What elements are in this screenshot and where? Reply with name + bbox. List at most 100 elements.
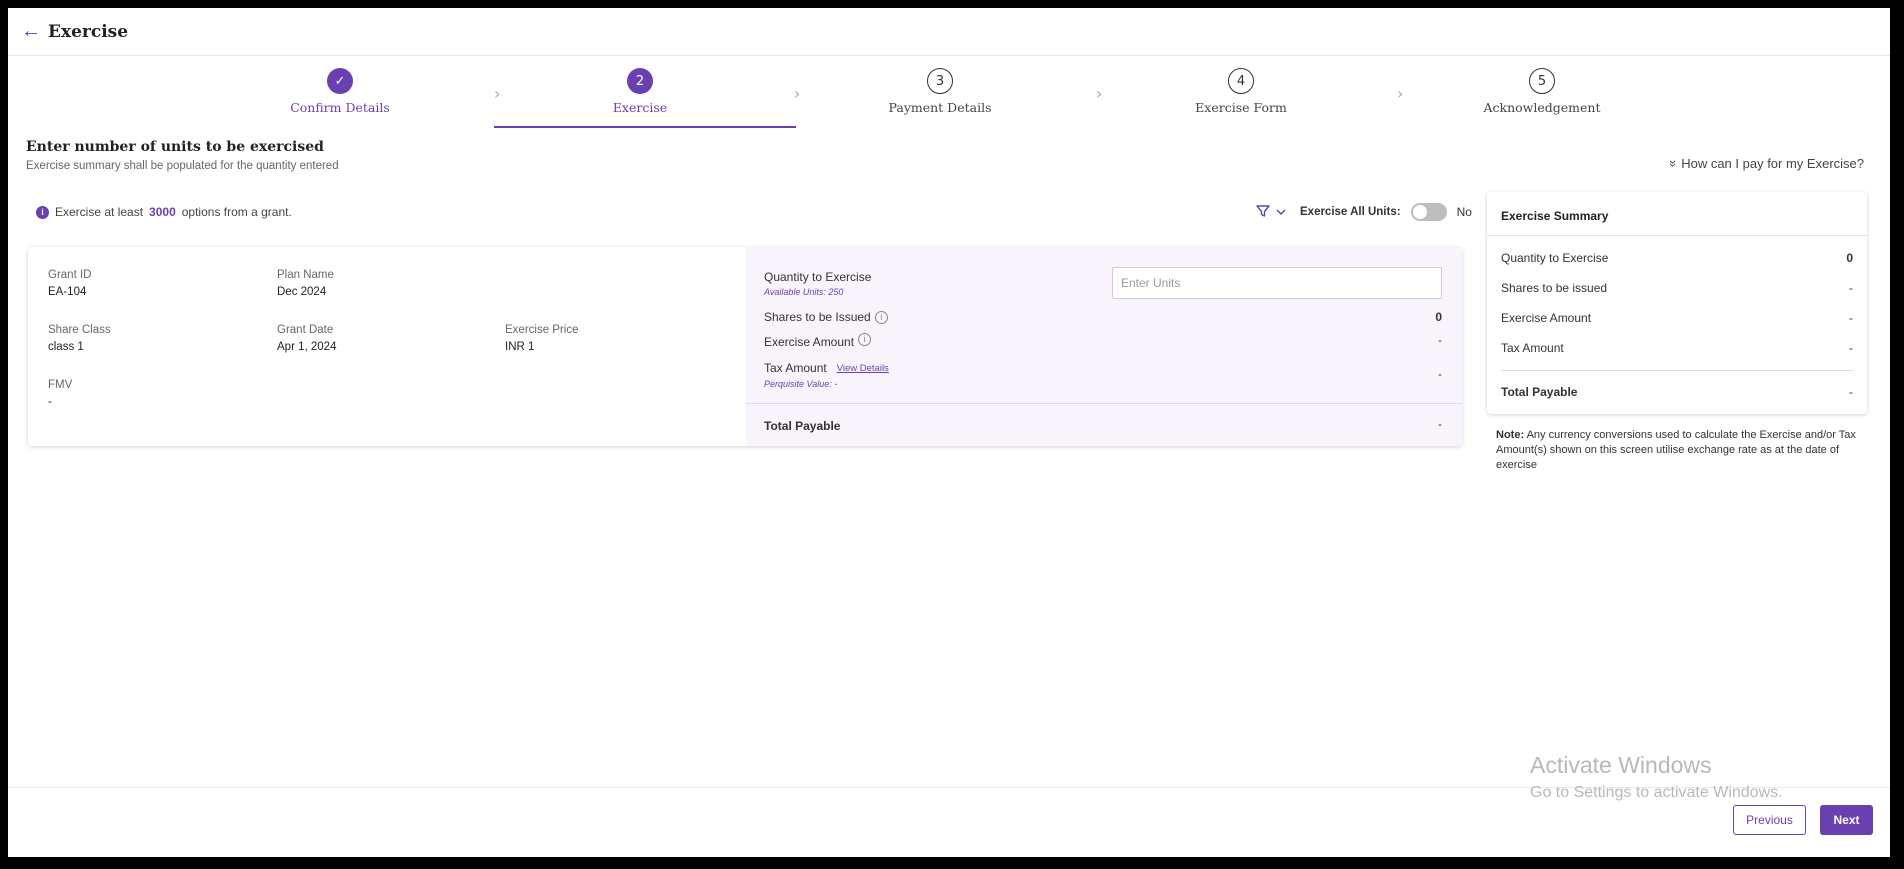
- info-suffix: options from a grant.: [181, 205, 292, 219]
- check-icon: ✓: [327, 68, 353, 94]
- how-to-pay-link[interactable]: » How can I pay for my Exercise?: [1666, 156, 1864, 171]
- step-number: 5: [1529, 68, 1555, 94]
- windows-watermark-subtitle: Go to Settings to activate Windows.: [1530, 784, 1783, 801]
- shares-value: 0: [1435, 310, 1442, 324]
- summary-row-label: Tax Amount: [1501, 341, 1564, 355]
- step-label: Exercise Form: [1195, 100, 1287, 115]
- chevron-right-icon: ›: [494, 84, 501, 103]
- summary-row-label: Quantity to Exercise: [1501, 251, 1609, 265]
- tax-amount-label: Tax Amount: [764, 361, 827, 375]
- chevron-down-icon[interactable]: [1276, 205, 1286, 219]
- currency-note: Note: Any currency conversions used to c…: [1496, 428, 1866, 473]
- exercise-all-units-value: No: [1456, 205, 1472, 219]
- step-label: Payment Details: [888, 100, 992, 115]
- exercise-price-value: INR 1: [505, 341, 535, 353]
- total-payable-value: -: [1438, 417, 1442, 431]
- step-payment-details[interactable]: 3 Payment Details: [790, 64, 1090, 128]
- stepper: ✓ Confirm Details 2 Exercise 3 Payment D…: [0, 64, 1904, 130]
- grant-card: Grant ID EA-104 Plan Name Dec 2024 Share…: [28, 247, 1462, 446]
- grant-date-field: Grant Date Apr 1, 2024: [277, 324, 336, 353]
- exercise-controls: Exercise All Units: No: [1256, 203, 1472, 221]
- filter-icon[interactable]: [1256, 204, 1270, 221]
- minimum-exercise-info: i Exercise at least 3000 options from a …: [36, 205, 292, 219]
- available-units: Available Units: 250: [764, 287, 844, 297]
- step-exercise[interactable]: 2 Exercise: [490, 64, 790, 128]
- info-outline-icon[interactable]: i: [874, 310, 888, 324]
- step-number: 4: [1228, 68, 1254, 94]
- grant-date-value: Apr 1, 2024: [277, 341, 337, 353]
- info-icon: i: [36, 205, 49, 219]
- divider: [1487, 235, 1867, 236]
- fmv-field: FMV -: [48, 379, 72, 408]
- exercise-price-label: Exercise Price: [505, 324, 579, 336]
- how-to-pay-label: How can I pay for my Exercise?: [1681, 156, 1864, 171]
- info-outline-icon[interactable]: i: [858, 332, 872, 346]
- grant-id-label: Grant ID: [48, 269, 92, 281]
- exercise-all-units-toggle[interactable]: [1410, 203, 1447, 221]
- exercise-summary-card: Exercise Summary Quantity to Exercise 0 …: [1487, 192, 1867, 414]
- step-confirm-details[interactable]: ✓ Confirm Details: [190, 64, 490, 128]
- summary-total-value: -: [1849, 385, 1853, 399]
- page-title: Exercise: [48, 21, 129, 42]
- step-exercise-form[interactable]: 4 Exercise Form: [1091, 64, 1391, 128]
- plan-name-value: Dec 2024: [277, 286, 327, 298]
- min-options-value: 3000: [149, 205, 176, 219]
- exercise-amount-value: -: [1438, 333, 1442, 347]
- exercise-price-field: Exercise Price INR 1: [505, 324, 579, 353]
- view-details-link[interactable]: View Details: [837, 363, 889, 374]
- summary-row-label: Shares to be issued: [1501, 281, 1608, 295]
- units-input[interactable]: [1112, 267, 1442, 299]
- note-text: Any currency conversions used to calcula…: [1496, 429, 1856, 471]
- step-label: Exercise: [612, 100, 668, 115]
- chevron-right-icon: ›: [794, 84, 801, 103]
- section-subtitle: Exercise summary shall be populated for …: [26, 160, 339, 172]
- exercise-all-units-label: Exercise All Units:: [1300, 206, 1401, 218]
- step-number: 3: [927, 68, 953, 94]
- step-acknowledgement[interactable]: 5 Acknowledgement: [1392, 64, 1692, 128]
- summary-row-value: -: [1849, 281, 1853, 295]
- share-class-field: Share Class class 1: [48, 324, 111, 353]
- divider: [746, 403, 1462, 404]
- summary-total-label: Total Payable: [1501, 385, 1578, 399]
- summary-row-value: -: [1849, 311, 1853, 325]
- grant-id-field: Grant ID EA-104: [48, 269, 91, 298]
- tax-amount-row: Tax Amount View Details: [764, 361, 889, 375]
- windows-watermark-title: Activate Windows: [1530, 752, 1712, 778]
- next-button[interactable]: Next: [1820, 805, 1873, 835]
- double-chevron-down-icon: »: [1666, 159, 1682, 168]
- perquisite-value: Perquisite Value: -: [764, 379, 838, 389]
- arrow-left-icon[interactable]: ←: [21, 20, 41, 42]
- shares-to-be-issued-row: Shares to be Issued i: [764, 310, 888, 324]
- exercise-calculation: Quantity to Exercise Available Units: 25…: [746, 247, 1462, 446]
- fmv-value: -: [48, 396, 52, 408]
- summary-row-label: Exercise Amount: [1501, 311, 1592, 325]
- top-bar: ← Exercise: [8, 8, 1890, 56]
- active-step-indicator: [494, 126, 796, 128]
- summary-title: Exercise Summary: [1501, 209, 1609, 223]
- share-class-label: Share Class: [48, 324, 111, 336]
- previous-button[interactable]: Previous: [1733, 805, 1806, 835]
- grant-date-label: Grant Date: [277, 324, 334, 336]
- section-title: Enter number of units to be exercised: [26, 139, 324, 155]
- plan-name-label: Plan Name: [277, 269, 334, 281]
- summary-row-value: -: [1849, 341, 1853, 355]
- divider: [1501, 370, 1853, 371]
- tax-amount-value: -: [1438, 367, 1442, 381]
- fmv-label: FMV: [48, 379, 73, 391]
- exercise-amount-label: Exercise Amount: [764, 335, 855, 349]
- note-label: Note:: [1496, 429, 1525, 441]
- summary-row-value: 0: [1846, 251, 1853, 265]
- exercise-amount-row: Exercise Amount i: [764, 332, 872, 349]
- chevron-right-icon: ›: [1397, 84, 1404, 103]
- plan-name-field: Plan Name Dec 2024: [277, 269, 334, 298]
- grant-details: Grant ID EA-104 Plan Name Dec 2024 Share…: [28, 247, 746, 446]
- info-prefix: Exercise at least: [55, 205, 144, 219]
- shares-label: Shares to be Issued: [764, 310, 871, 324]
- quantity-to-exercise-label: Quantity to Exercise: [764, 270, 872, 284]
- share-class-value: class 1: [48, 341, 84, 353]
- total-payable-label: Total Payable: [764, 419, 841, 433]
- step-label: Acknowledgement: [1483, 100, 1601, 115]
- chevron-right-icon: ›: [1096, 84, 1103, 103]
- grant-id-value: EA-104: [48, 286, 87, 298]
- step-label: Confirm Details: [290, 100, 390, 115]
